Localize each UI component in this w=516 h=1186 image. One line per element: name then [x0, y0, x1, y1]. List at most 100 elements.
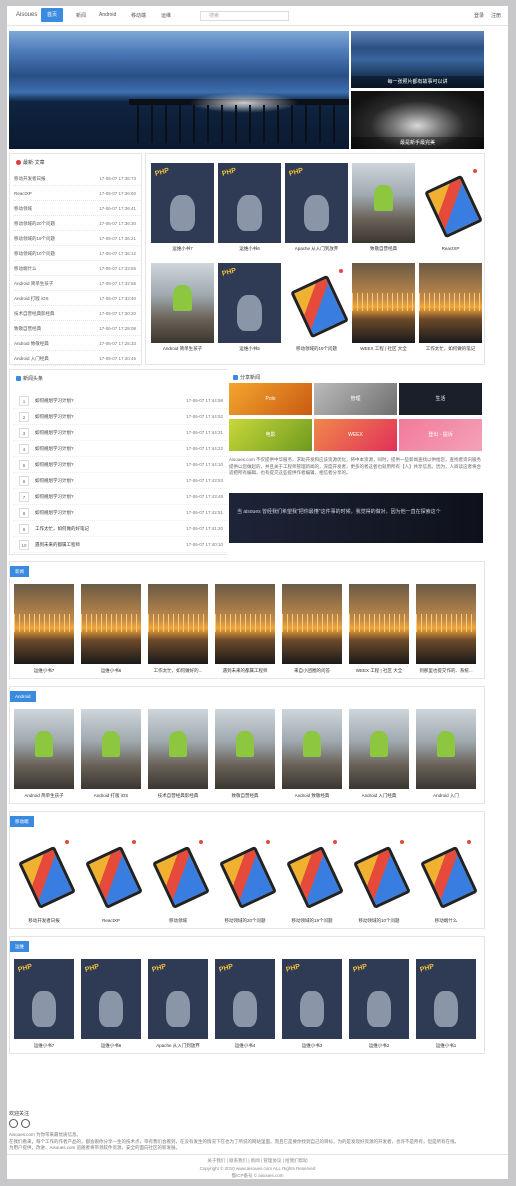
section-caption[interactable]: Android 入门经典: [346, 793, 412, 799]
section-thumbnail[interactable]: [215, 584, 275, 664]
hot-news-row[interactable]: 10 遇到未来的都属工程师 17-06-07 17:40:10: [13, 537, 231, 553]
section-caption[interactable]: Android 简单生孩子: [11, 793, 77, 799]
section-caption[interactable]: 运维小书6: [78, 1043, 144, 1049]
grid-thumbnail[interactable]: [419, 263, 482, 343]
grid-caption[interactable]: 工作太忙，如何做的笔记: [419, 346, 482, 352]
section-caption[interactable]: 移动领域的20个问题: [212, 918, 278, 924]
site-logo[interactable]: Aisoues: [16, 12, 37, 18]
section-thumbnail[interactable]: [349, 959, 409, 1039]
section-label[interactable]: 移动端: [10, 816, 34, 827]
grid-thumbnail[interactable]: [285, 163, 348, 243]
main-banner-image[interactable]: [9, 31, 349, 149]
section-thumbnail[interactable]: [14, 959, 74, 1039]
tile-4[interactable]: 电影: [229, 419, 312, 451]
section-caption[interactable]: 工作太忙，如何做好的...: [145, 668, 211, 674]
section-caption[interactable]: 移动开发者日报: [11, 918, 77, 924]
hot-news-row[interactable]: 9 工作太忙，如何做的好笔记 17-06-07 17:41:20: [13, 521, 231, 537]
quote-banner[interactable]: 当 aisoues 曾经我们希望我"把你最懂"这件事的时候，我觉得的做对，因为他…: [229, 493, 483, 543]
grid-thumbnail[interactable]: [419, 163, 482, 243]
latest-row[interactable]: Android 入门经典 17-06-07 17:20:45: [14, 351, 140, 366]
grid-thumbnail[interactable]: [151, 163, 214, 243]
search-input[interactable]: 搜索: [200, 11, 289, 21]
hot-news-row[interactable]: 6 如何规划学习计划? 17-06-07 17:43:53: [13, 473, 231, 489]
latest-row[interactable]: Android 打版 iOS 17-06-07 17:32:40: [14, 291, 140, 306]
hot-news-row[interactable]: 4 如何规划学习计划? 17-06-07 17:44:22: [13, 441, 231, 457]
section-caption[interactable]: 运维小书7: [11, 668, 77, 674]
latest-row[interactable]: 移动领域的10个问题 17-06-07 17:36:12: [14, 246, 140, 261]
section-thumbnail[interactable]: [81, 584, 141, 664]
section-caption[interactable]: 运维小书6: [78, 668, 144, 674]
section-caption[interactable]: 运维小书2: [346, 1043, 412, 1049]
section-caption[interactable]: 致敬自营经典: [212, 793, 278, 799]
section-label[interactable]: 新闻: [10, 566, 29, 577]
latest-row[interactable]: 移动开发者日报 17-06-07 17:36:73: [14, 171, 140, 186]
section-thumbnail[interactable]: [215, 709, 275, 789]
section-thumbnail[interactable]: [14, 834, 74, 914]
latest-row[interactable]: 移动领域 17-06-07 17:36:41: [14, 201, 140, 216]
login-link[interactable]: 登录: [474, 12, 484, 19]
hot-news-row[interactable]: 2 如何规划学习计划? 17-06-07 17:44:52: [13, 409, 231, 425]
section-thumbnail[interactable]: [81, 834, 141, 914]
grid-caption[interactable]: Android 简单生孩子: [151, 346, 214, 352]
section-thumbnail[interactable]: [416, 709, 476, 789]
section-thumbnail[interactable]: [148, 584, 208, 664]
grid-thumbnail[interactable]: [285, 263, 348, 343]
hot-news-row[interactable]: 7 如何规划学习计划? 17-06-07 17:43:48: [13, 489, 231, 505]
section-thumbnail[interactable]: [14, 709, 74, 789]
section-caption[interactable]: 移动领域的19个问题: [279, 918, 345, 924]
section-thumbnail[interactable]: [148, 834, 208, 914]
latest-row[interactable]: 移动领域的20个问题 17-06-07 17:36:30: [14, 216, 140, 231]
section-thumbnail[interactable]: [215, 834, 275, 914]
grid-caption[interactable]: ReactXP: [419, 246, 482, 251]
latest-row[interactable]: Android 致敬经典 17-06-07 17:25:33: [14, 336, 140, 351]
tile-5[interactable]: WEEX: [314, 419, 397, 451]
section-thumbnail[interactable]: [282, 834, 342, 914]
grid-caption[interactable]: 运维小书7: [151, 246, 214, 252]
grid-caption[interactable]: 移动领域的19个问题: [285, 346, 348, 352]
weibo-icon[interactable]: [9, 1119, 18, 1128]
section-caption[interactable]: WEEX 工程 | 社区 大全: [346, 668, 412, 674]
nav-item-ops[interactable]: 运维: [161, 12, 171, 19]
latest-row[interactable]: 移动端什么 17-06-07 17:33:55: [14, 261, 140, 276]
section-thumbnail[interactable]: [282, 959, 342, 1039]
latest-row[interactable]: 致敬自营经典 17-06-07 17:28:08: [14, 321, 140, 336]
section-caption[interactable]: 移动端什么: [413, 918, 479, 924]
nav-item-news[interactable]: 新闻: [76, 12, 86, 19]
nav-item-home[interactable]: 首页: [41, 8, 64, 22]
grid-caption[interactable]: 运维小书6: [218, 246, 281, 252]
tile-1[interactable]: Polo: [229, 383, 312, 415]
grid-thumbnail[interactable]: [218, 263, 281, 343]
section-caption[interactable]: ReactXP: [78, 918, 144, 923]
section-caption[interactable]: Android 致敬经典: [279, 793, 345, 799]
section-caption[interactable]: 移动领域的10个问题: [346, 918, 412, 924]
section-thumbnail[interactable]: [349, 834, 409, 914]
section-thumbnail[interactable]: [282, 584, 342, 664]
section-thumbnail[interactable]: [148, 709, 208, 789]
section-label[interactable]: 运维: [10, 941, 29, 952]
tile-3[interactable]: 生活: [399, 383, 482, 415]
nav-item-mobile[interactable]: 移动端: [131, 12, 146, 19]
side-banner-image-1[interactable]: 每一张照片都有故事可以讲: [351, 31, 484, 88]
section-thumbnail[interactable]: [14, 584, 74, 664]
tile-2[interactable]: 管理: [314, 383, 397, 415]
hot-news-row[interactable]: 1 如何规划学习计划? 17-06-07 17:44:58: [13, 393, 231, 409]
latest-row[interactable]: Android 简单生孩子 17-06-07 17:32:56: [14, 276, 140, 291]
grid-caption[interactable]: 运维小书5: [218, 346, 281, 352]
hot-news-row[interactable]: 5 如何规划学习计划? 17-06-07 17:44:10: [13, 457, 231, 473]
section-label[interactable]: Android: [10, 691, 36, 702]
section-caption[interactable]: 到那里也提交作的、系统...: [413, 668, 479, 674]
nav-item-android[interactable]: Android: [99, 12, 116, 18]
footer-links[interactable]: 关于我们 | 联系我们 | 新闻 | 管理协议 | 给我们帮助: [7, 1158, 508, 1164]
section-caption[interactable]: Apache 从入门到放弃: [145, 1043, 211, 1049]
section-thumbnail[interactable]: [282, 709, 342, 789]
section-thumbnail[interactable]: [416, 584, 476, 664]
section-caption[interactable]: 运维小书3: [279, 1043, 345, 1049]
tile-6[interactable]: 登出 · 提诉: [399, 419, 482, 451]
section-caption[interactable]: 运维小书1: [413, 1043, 479, 1049]
side-banner-image-2[interactable]: 最是新手最完美: [351, 91, 484, 149]
section-thumbnail[interactable]: [215, 959, 275, 1039]
section-caption[interactable]: Android 打版 iOS: [78, 793, 144, 799]
hot-news-row[interactable]: 3 如何规划学习计划? 17-06-07 17:44:31: [13, 425, 231, 441]
section-caption[interactable]: 来自小团圈的问答: [279, 668, 345, 674]
section-caption[interactable]: 运维小书4: [212, 1043, 278, 1049]
